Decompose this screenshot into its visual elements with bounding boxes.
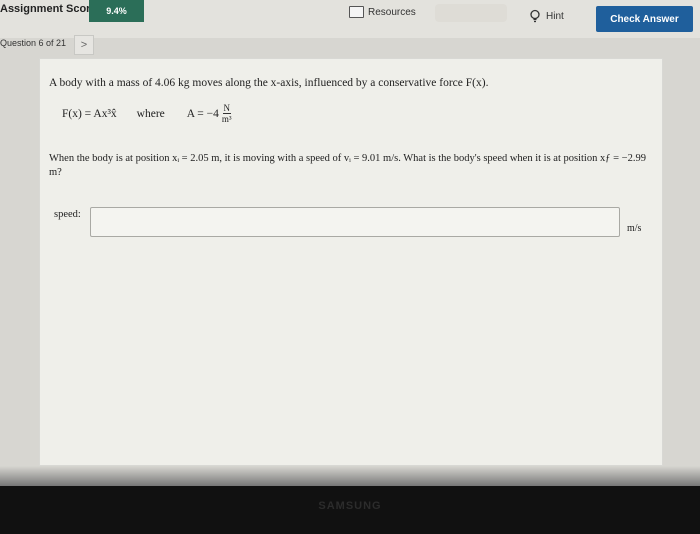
constant-a-value: A = −4	[186, 107, 219, 120]
hint-label: Hint	[546, 10, 564, 22]
screen-edge	[0, 466, 700, 486]
next-question-button[interactable]: >	[74, 35, 94, 55]
monitor-bezel: SAMSUNG	[0, 486, 700, 534]
speed-unit: m/s	[627, 223, 642, 234]
where-text: where	[136, 107, 165, 120]
check-answer-button[interactable]: Check Answer	[596, 6, 693, 32]
unit-numerator: N	[222, 103, 232, 114]
question-navigation: Question 6 of 21 >	[0, 35, 700, 60]
constant-a-unit: N m³	[222, 103, 232, 124]
speed-input[interactable]	[90, 207, 620, 237]
brand-logo: SAMSUNG	[318, 500, 382, 512]
speed-label: speed:	[54, 209, 81, 220]
problem-body: When the body is at position xᵢ = 2.05 m…	[49, 153, 646, 178]
question-card: A body with a mass of 4.06 kg moves alon…	[39, 58, 663, 466]
unit-denominator: m³	[221, 114, 232, 124]
force-formula: F(x) = Ax³x̂	[62, 107, 117, 120]
top-toolbar: Assignment Score: 9.4% Resources Hint Ch…	[0, 0, 700, 38]
book-icon	[349, 6, 364, 18]
hint-button[interactable]: Hint	[528, 9, 564, 23]
assignment-score-label: Assignment Score:	[0, 3, 101, 15]
lightbulb-icon	[530, 9, 540, 23]
resources-button[interactable]: Resources	[349, 6, 416, 18]
assignment-score-badge: 9.4%	[89, 0, 144, 22]
give-up-button[interactable]	[435, 4, 507, 22]
constant-a: A = −4 N m³	[187, 103, 232, 124]
question-counter: Question 6 of 21	[0, 38, 67, 48]
resources-label: Resources	[368, 6, 416, 18]
problem-intro: A body with a mass of 4.06 kg moves alon…	[49, 77, 489, 89]
force-formula-row: F(x) = Ax³x̂ where A = −4 N m³	[62, 103, 232, 124]
